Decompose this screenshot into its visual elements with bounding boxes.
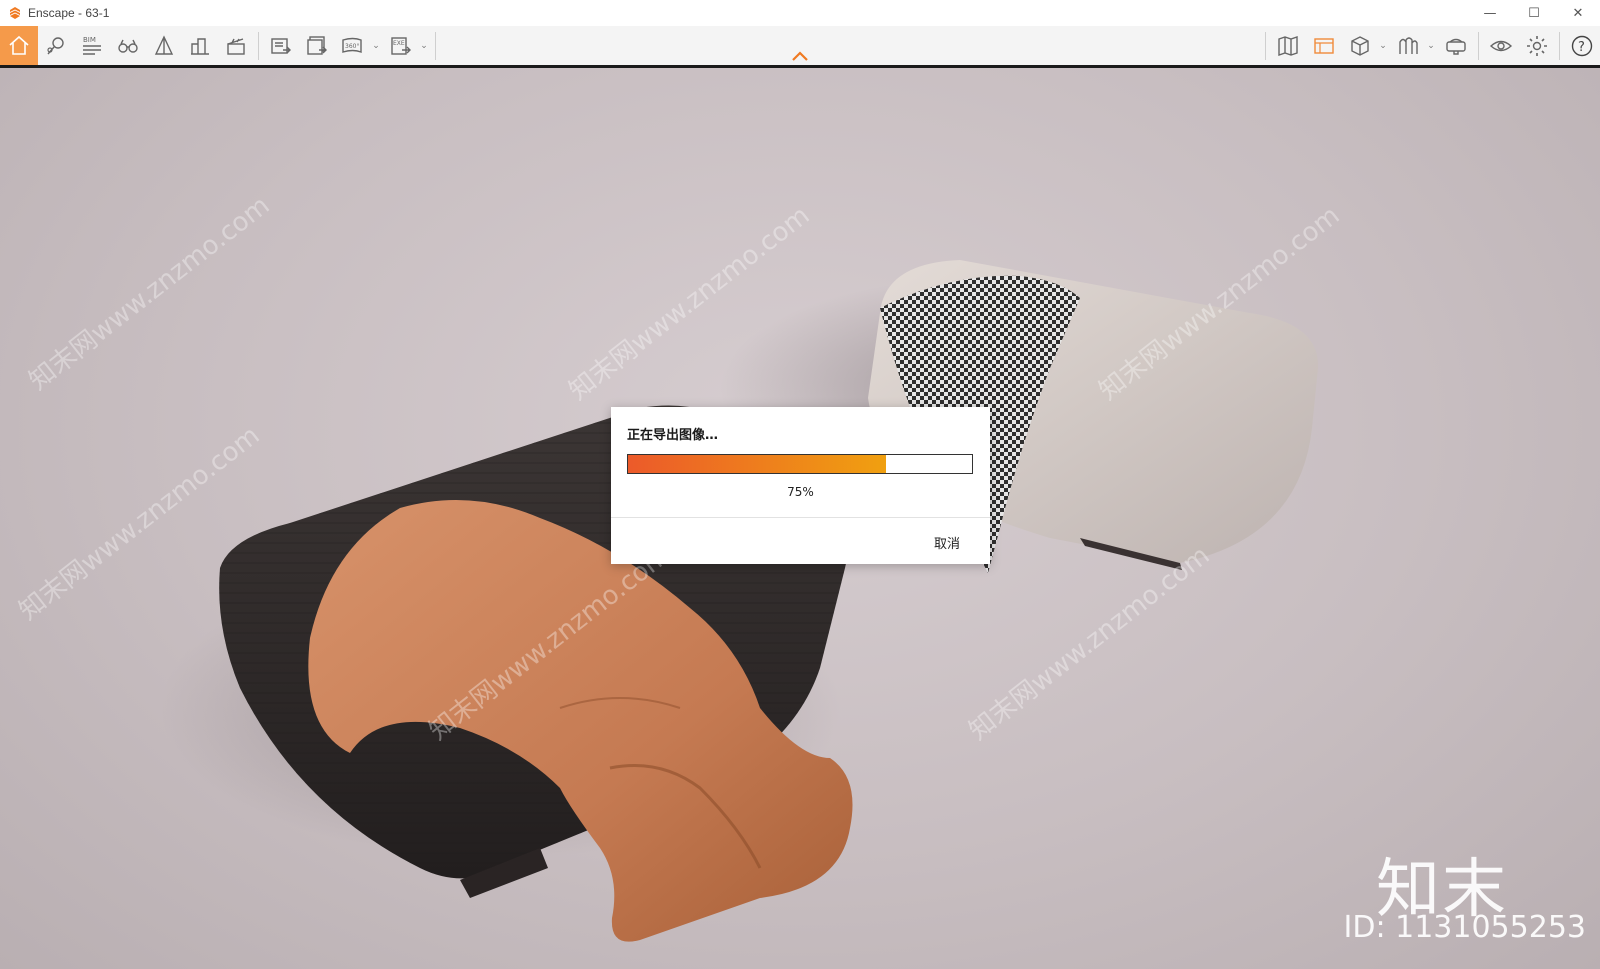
panorama-label: 360° bbox=[345, 43, 359, 50]
help-icon: ? bbox=[1571, 35, 1593, 56]
minimize-button[interactable]: — bbox=[1468, 0, 1512, 26]
asset-library-icon bbox=[1399, 36, 1418, 54]
visual-settings-button[interactable] bbox=[1483, 28, 1519, 64]
bim-icon: BIM bbox=[83, 36, 101, 55]
bim-button[interactable]: BIM bbox=[74, 28, 110, 64]
map-button[interactable] bbox=[1270, 28, 1306, 64]
walk-mode-button[interactable] bbox=[110, 28, 146, 64]
cube-button[interactable] bbox=[1342, 28, 1378, 64]
views-button[interactable] bbox=[38, 28, 74, 64]
perspective-icon bbox=[154, 34, 174, 55]
cancel-button[interactable]: 取消 bbox=[934, 533, 960, 552]
screenshot-icon bbox=[271, 37, 291, 54]
orthographic-icon bbox=[1314, 37, 1334, 54]
collapse-toolbar-chevron-icon[interactable] bbox=[791, 50, 809, 62]
map-icon bbox=[1278, 35, 1298, 56]
export-progress-bar bbox=[627, 454, 973, 474]
orthographic-button[interactable] bbox=[1306, 28, 1342, 64]
perspective-button[interactable] bbox=[146, 28, 182, 64]
exe-dropdown-icon[interactable]: ⌄ bbox=[419, 28, 429, 64]
exe-label: EXE bbox=[393, 40, 405, 47]
eye-icon bbox=[1489, 40, 1513, 51]
binoculars-icon bbox=[118, 39, 138, 53]
home-icon bbox=[9, 35, 29, 55]
home-button[interactable] bbox=[0, 26, 38, 65]
export-progress-dialog: 正在导出图像… 75% 取消 bbox=[611, 407, 990, 564]
close-button[interactable]: ✕ bbox=[1556, 0, 1600, 26]
settings-button[interactable] bbox=[1519, 28, 1555, 64]
dialog-divider bbox=[611, 517, 990, 518]
vr-button[interactable] bbox=[1438, 28, 1474, 64]
cube-icon bbox=[1351, 35, 1369, 56]
batch-render-icon bbox=[307, 35, 327, 55]
enscape-logo-icon bbox=[10, 7, 20, 19]
toolbar-divider bbox=[435, 31, 436, 60]
location-pin-icon bbox=[47, 36, 64, 54]
panorama-button[interactable]: 360° bbox=[335, 28, 371, 64]
site-context-button[interactable] bbox=[182, 28, 218, 64]
asset-library-button[interactable] bbox=[1390, 28, 1426, 64]
window-controls: — ☐ ✕ bbox=[1468, 0, 1600, 26]
panorama-dropdown-icon[interactable]: ⌄ bbox=[371, 28, 381, 64]
toolbar-divider bbox=[1559, 31, 1560, 60]
toolbar-divider bbox=[1478, 31, 1479, 60]
export-progress-fill bbox=[628, 455, 886, 473]
exe-export-icon: EXE bbox=[391, 36, 411, 55]
title-bar: Enscape - 63-1 — ☐ ✕ bbox=[0, 0, 1600, 26]
exe-export-button[interactable]: EXE bbox=[383, 28, 419, 64]
video-editor-button[interactable] bbox=[218, 28, 254, 64]
window-title: Enscape - 63-1 bbox=[28, 6, 110, 20]
vr-headset-icon bbox=[1446, 38, 1466, 55]
screenshot-button[interactable] bbox=[263, 28, 299, 64]
maximize-button[interactable]: ☐ bbox=[1512, 0, 1556, 26]
buildings-icon bbox=[191, 37, 209, 55]
asset-dropdown-icon[interactable]: ⌄ bbox=[1426, 28, 1436, 64]
bim-label: BIM bbox=[83, 36, 96, 44]
toolbar-divider bbox=[1265, 31, 1266, 60]
help-label: ? bbox=[1578, 40, 1585, 55]
clapperboard-icon bbox=[227, 37, 245, 55]
toolbar-divider bbox=[258, 31, 259, 60]
panorama-360-icon: 360° bbox=[342, 37, 362, 53]
dialog-title: 正在导出图像… bbox=[627, 428, 719, 443]
help-button[interactable]: ? bbox=[1564, 28, 1600, 64]
batch-render-button[interactable] bbox=[299, 28, 335, 64]
progress-percentage: 75% bbox=[787, 485, 814, 499]
brand-id-watermark: ID: 1131055253 bbox=[1343, 910, 1586, 945]
cube-dropdown-icon[interactable]: ⌄ bbox=[1378, 28, 1388, 64]
settings-icon bbox=[1527, 35, 1547, 56]
